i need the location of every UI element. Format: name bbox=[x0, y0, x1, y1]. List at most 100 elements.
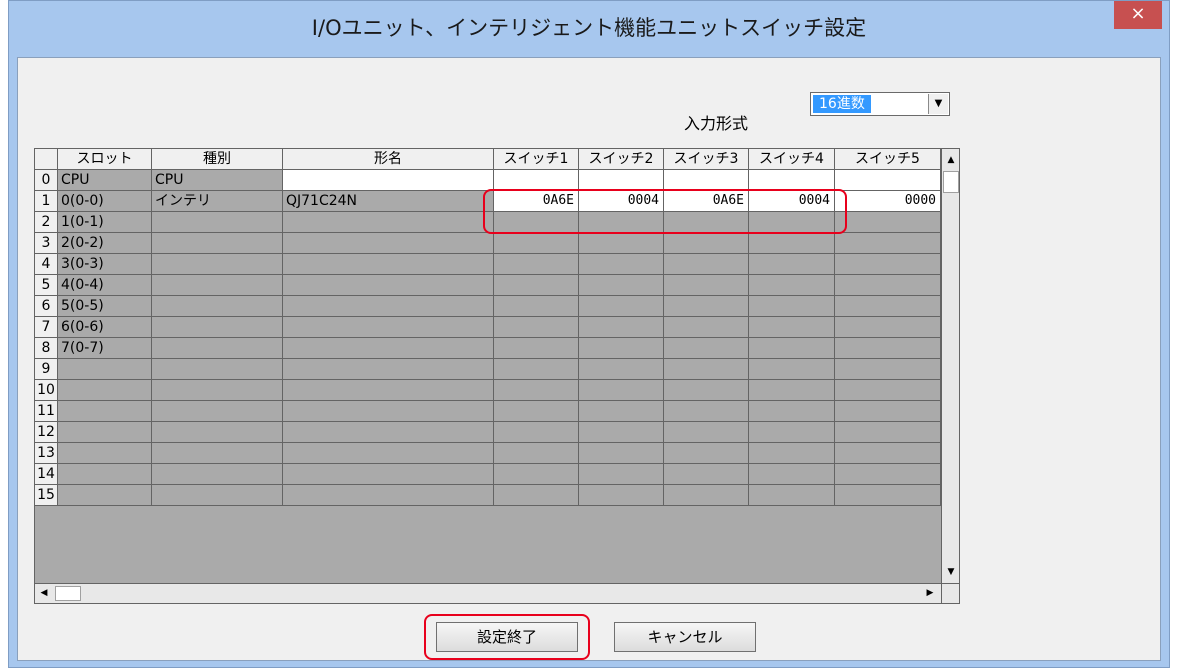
close-button[interactable]: × bbox=[1114, 1, 1162, 29]
cell-switch-4[interactable] bbox=[749, 338, 835, 359]
cell-slot[interactable]: 4(0-4) bbox=[58, 275, 152, 296]
cell-switch-3[interactable] bbox=[664, 338, 749, 359]
cell-switch-4[interactable] bbox=[749, 359, 835, 380]
cell-type[interactable] bbox=[152, 317, 283, 338]
cell-switch-5[interactable] bbox=[835, 296, 941, 317]
cell-switch-1[interactable] bbox=[494, 485, 579, 506]
cell-switch-2[interactable] bbox=[579, 296, 664, 317]
cell-type[interactable] bbox=[152, 359, 283, 380]
cell-switch-5[interactable] bbox=[835, 338, 941, 359]
horizontal-scroll-thumb[interactable] bbox=[55, 586, 81, 601]
cell-type[interactable] bbox=[152, 422, 283, 443]
cell-switch-1[interactable] bbox=[494, 464, 579, 485]
cell-switch-1[interactable] bbox=[494, 275, 579, 296]
cell-switch-3[interactable] bbox=[664, 317, 749, 338]
cell-model[interactable] bbox=[283, 422, 494, 443]
cell-switch-1[interactable] bbox=[494, 233, 579, 254]
cell-slot[interactable] bbox=[58, 380, 152, 401]
cell-switch-5[interactable] bbox=[835, 233, 941, 254]
cell-switch-5[interactable] bbox=[835, 254, 941, 275]
cell-switch-4[interactable] bbox=[749, 317, 835, 338]
cell-switch-2[interactable] bbox=[579, 464, 664, 485]
cell-switch-5[interactable] bbox=[835, 275, 941, 296]
cell-switch-2[interactable] bbox=[579, 233, 664, 254]
cell-switch-1[interactable] bbox=[494, 401, 579, 422]
cell-switch-4[interactable] bbox=[749, 275, 835, 296]
cell-switch-2[interactable] bbox=[579, 422, 664, 443]
cell-switch-4[interactable] bbox=[749, 296, 835, 317]
cell-switch-4[interactable] bbox=[749, 443, 835, 464]
cell-switch-1[interactable] bbox=[494, 317, 579, 338]
cell-type[interactable] bbox=[152, 380, 283, 401]
cell-switch-5[interactable] bbox=[835, 401, 941, 422]
cell-switch-1[interactable] bbox=[494, 338, 579, 359]
horizontal-scrollbar[interactable]: ◀ ▶ bbox=[35, 583, 941, 603]
input-format-select[interactable]: 16進数 ▼ bbox=[810, 92, 950, 116]
cell-switch-4[interactable] bbox=[749, 254, 835, 275]
cell-model[interactable] bbox=[283, 401, 494, 422]
cell-model[interactable] bbox=[283, 464, 494, 485]
cell-switch-2[interactable] bbox=[579, 380, 664, 401]
cell-switch-3[interactable] bbox=[664, 233, 749, 254]
scroll-left-icon[interactable]: ◀ bbox=[35, 584, 53, 602]
cell-switch-1[interactable] bbox=[494, 296, 579, 317]
cell-switch-3[interactable] bbox=[664, 485, 749, 506]
cell-switch-1[interactable] bbox=[494, 380, 579, 401]
cell-slot[interactable]: 5(0-5) bbox=[58, 296, 152, 317]
cell-model[interactable] bbox=[283, 443, 494, 464]
cell-type[interactable] bbox=[152, 212, 283, 233]
cell-slot[interactable]: 3(0-3) bbox=[58, 254, 152, 275]
cell-slot[interactable] bbox=[58, 443, 152, 464]
vertical-scrollbar[interactable]: ▲ ▼ bbox=[941, 149, 959, 583]
cell-switch-2[interactable] bbox=[579, 275, 664, 296]
cell-slot[interactable] bbox=[58, 485, 152, 506]
cell-switch-3[interactable] bbox=[664, 464, 749, 485]
cell-switch-1[interactable] bbox=[494, 422, 579, 443]
title-bar[interactable]: I/Oユニット、インテリジェント機能ユニットスイッチ設定 × bbox=[9, 1, 1169, 55]
cell-type[interactable] bbox=[152, 443, 283, 464]
cell-slot[interactable] bbox=[58, 401, 152, 422]
cell-switch-4[interactable] bbox=[749, 401, 835, 422]
cell-switch-1[interactable] bbox=[494, 170, 579, 191]
cell-model[interactable] bbox=[283, 275, 494, 296]
cell-switch-3[interactable] bbox=[664, 296, 749, 317]
cell-model[interactable] bbox=[283, 254, 494, 275]
cell-switch-5[interactable]: 0000 bbox=[835, 191, 941, 212]
cell-switch-2[interactable] bbox=[579, 170, 664, 191]
cell-switch-2[interactable] bbox=[579, 317, 664, 338]
cell-model[interactable]: QJ71C24N bbox=[283, 191, 494, 212]
scroll-down-icon[interactable]: ▼ bbox=[942, 563, 959, 581]
cell-switch-3[interactable] bbox=[664, 401, 749, 422]
cell-switch-4[interactable] bbox=[749, 380, 835, 401]
cell-model[interactable] bbox=[283, 380, 494, 401]
cell-switch-2[interactable] bbox=[579, 401, 664, 422]
cell-switch-5[interactable] bbox=[835, 443, 941, 464]
cell-model[interactable] bbox=[283, 170, 494, 191]
cell-model[interactable] bbox=[283, 233, 494, 254]
cell-switch-5[interactable] bbox=[835, 317, 941, 338]
cell-switch-4[interactable] bbox=[749, 422, 835, 443]
vertical-scroll-thumb[interactable] bbox=[943, 171, 959, 193]
cell-type[interactable]: CPU bbox=[152, 170, 283, 191]
cell-switch-3[interactable] bbox=[664, 275, 749, 296]
cell-slot[interactable]: CPU bbox=[58, 170, 152, 191]
cell-type[interactable] bbox=[152, 275, 283, 296]
cell-switch-2[interactable] bbox=[579, 338, 664, 359]
cell-type[interactable] bbox=[152, 338, 283, 359]
cell-model[interactable] bbox=[283, 359, 494, 380]
cell-type[interactable] bbox=[152, 296, 283, 317]
cell-switch-2[interactable] bbox=[579, 359, 664, 380]
cell-switch-4[interactable] bbox=[749, 170, 835, 191]
cell-switch-3[interactable] bbox=[664, 254, 749, 275]
cell-model[interactable] bbox=[283, 296, 494, 317]
cell-model[interactable] bbox=[283, 317, 494, 338]
cell-slot[interactable]: 0(0-0) bbox=[58, 191, 152, 212]
cell-switch-5[interactable] bbox=[835, 212, 941, 233]
scroll-right-icon[interactable]: ▶ bbox=[921, 584, 939, 602]
chevron-down-icon[interactable]: ▼ bbox=[928, 94, 948, 114]
cell-switch-5[interactable] bbox=[835, 464, 941, 485]
cell-slot[interactable] bbox=[58, 464, 152, 485]
cell-switch-5[interactable] bbox=[835, 422, 941, 443]
cell-switch-2[interactable] bbox=[579, 443, 664, 464]
cell-slot[interactable]: 6(0-6) bbox=[58, 317, 152, 338]
